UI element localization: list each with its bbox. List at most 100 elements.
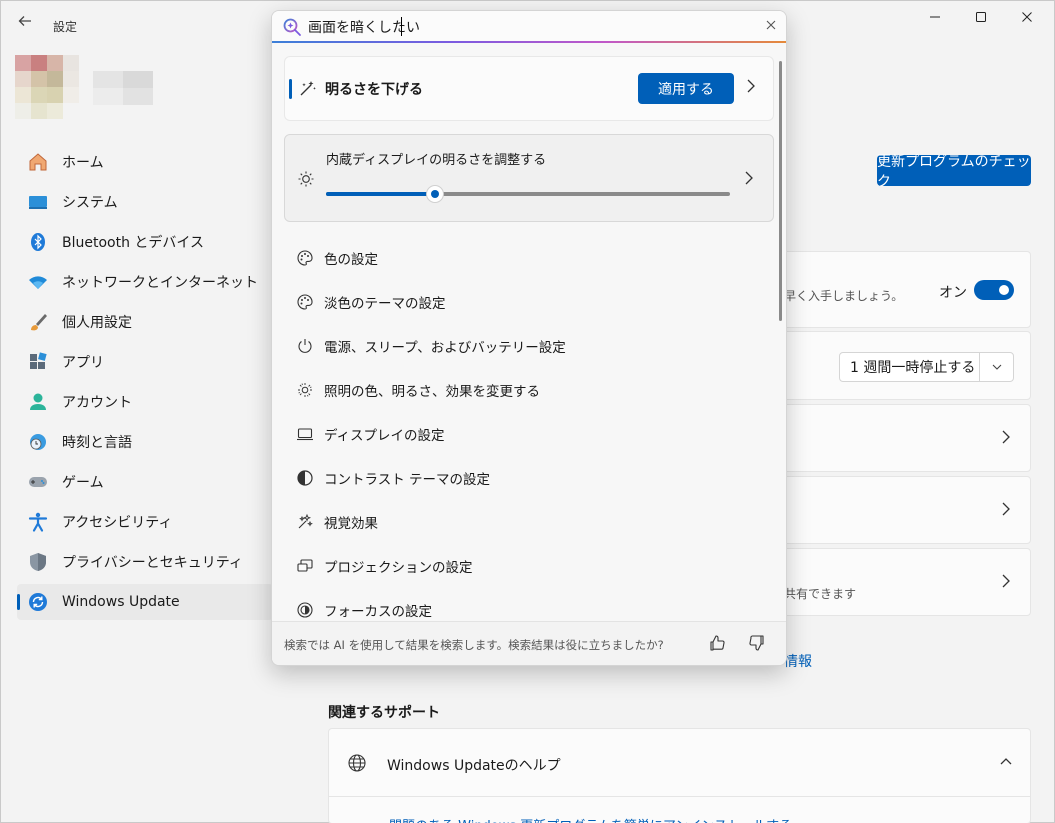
ai-search-notice: 検索では AI を使用して結果を検索します。検索結果は役に立ちましたか? xyxy=(284,638,664,652)
result-label: ディスプレイの設定 xyxy=(324,428,445,444)
result-projection[interactable]: プロジェクションの設定 xyxy=(284,544,774,588)
sidebar-item-label: Bluetooth とデバイス xyxy=(62,235,204,251)
chevron-right-icon[interactable] xyxy=(745,170,753,189)
search-bar xyxy=(272,11,786,43)
back-arrow-icon[interactable] xyxy=(15,13,35,33)
sidebar-item-label: プライバシーとセキュリティ xyxy=(62,555,243,571)
time-language-icon xyxy=(27,431,49,453)
sidebar-item-personalization[interactable]: 個人用設定 xyxy=(17,304,273,340)
sidebar-item-gaming[interactable]: ゲーム xyxy=(17,464,273,500)
result-lighting[interactable]: 照明の色、明るさ、効果を変更する xyxy=(284,368,774,412)
sidebar-item-label: システム xyxy=(62,195,118,211)
help-label: Windows Updateのヘルプ xyxy=(387,758,561,774)
profile-avatar[interactable] xyxy=(15,55,79,119)
thumbs-down-icon[interactable] xyxy=(748,634,766,656)
chevron-right-icon xyxy=(1002,429,1010,448)
sidebar-item-network[interactable]: ネットワークとインターネット xyxy=(17,264,273,300)
update-icon xyxy=(27,591,49,613)
apps-icon xyxy=(27,351,49,373)
thumbs-up-icon[interactable] xyxy=(708,634,726,656)
sidebar-item-apps[interactable]: アプリ xyxy=(17,344,273,380)
sidebar-item-time-language[interactable]: 時刻と言語 xyxy=(17,424,273,460)
sidebar-item-home[interactable]: ホーム xyxy=(17,144,273,180)
text-caret xyxy=(401,17,402,36)
shield-icon xyxy=(27,551,49,573)
insider-program-desc: 共有できます xyxy=(784,587,857,601)
result-color-settings[interactable]: 色の設定 xyxy=(284,236,774,280)
result-list: 色の設定 淡色のテーマの設定 電源、スリープ、およびバッテリー設定 照明の色、明… xyxy=(284,236,774,632)
result-label: 視覚効果 xyxy=(324,516,378,532)
result-label: コントラスト テーマの設定 xyxy=(324,472,491,488)
contrast-icon xyxy=(296,469,314,487)
profile-name-blurred xyxy=(93,71,153,105)
minimize-button[interactable] xyxy=(912,7,958,33)
lighting-icon xyxy=(296,381,314,399)
top-result-card[interactable]: 明るさを下げる 適用する xyxy=(284,56,774,121)
system-icon xyxy=(27,191,49,213)
maximize-button[interactable] xyxy=(958,7,1004,33)
focus-icon xyxy=(296,601,314,619)
brightness-slider-thumb[interactable] xyxy=(426,185,445,203)
sidebar-item-privacy[interactable]: プライバシーとセキュリティ xyxy=(17,544,273,580)
sun-icon xyxy=(297,170,315,192)
flyout-scrollbar[interactable] xyxy=(779,61,782,321)
sidebar-item-bluetooth[interactable]: Bluetooth とデバイス xyxy=(17,224,273,260)
result-power-sleep[interactable]: 電源、スリープ、およびバッテリー設定 xyxy=(284,324,774,368)
brightness-slider-fill xyxy=(326,192,436,196)
account-icon xyxy=(27,391,49,413)
apply-button[interactable]: 適用する xyxy=(638,73,734,104)
sidebar-item-label: アプリ xyxy=(62,355,104,371)
latest-updates-desc: 早く入手しましょう。 xyxy=(784,289,904,303)
selection-indicator xyxy=(289,79,292,99)
brightness-down-icon xyxy=(299,79,317,101)
search-results: 明るさを下げる 適用する 内蔵ディスプレイの明るさを調整する 色の設定 淡色のテ… xyxy=(272,51,786,621)
result-label: 電源、スリープ、およびバッテリー設定 xyxy=(324,340,566,356)
help-link[interactable]: 問題のある Windows 更新プログラムを簡単にアンインストールする xyxy=(389,815,792,823)
sidebar-nav: ホーム システム Bluetooth とデバイス ネットワークとインターネット … xyxy=(17,144,273,624)
settings-window: 設定 ホーム システム Bluetooth とデバイス ネットワークとインターネ… xyxy=(0,0,1055,823)
windows-update-help-row[interactable]: Windows Updateのヘルプ xyxy=(329,729,1030,797)
result-contrast-theme[interactable]: コントラスト テーマの設定 xyxy=(284,456,774,500)
close-button[interactable] xyxy=(1004,7,1050,33)
sidebar-item-label: ネットワークとインターネット xyxy=(62,275,258,291)
result-light-theme[interactable]: 淡色のテーマの設定 xyxy=(284,280,774,324)
latest-updates-toggle[interactable] xyxy=(974,280,1014,300)
pause-updates-select[interactable]: 1 週間一時停止する xyxy=(839,352,1014,382)
brightness-slider-card: 内蔵ディスプレイの明るさを調整する xyxy=(284,134,774,222)
toggle-state-label: オン xyxy=(939,285,967,301)
search-feedback-footer: 検索では AI を使用して結果を検索します。検索結果は役に立ちましたか? xyxy=(272,621,786,665)
result-label: 色の設定 xyxy=(324,252,378,268)
search-underline xyxy=(272,41,786,43)
palette-icon xyxy=(296,249,314,267)
brightness-label: 内蔵ディスプレイの明るさを調整する xyxy=(326,153,547,168)
sidebar-item-accessibility[interactable]: アクセシビリティ xyxy=(17,504,273,540)
clear-search-icon[interactable] xyxy=(766,18,776,34)
accessibility-icon xyxy=(27,511,49,533)
check-updates-button[interactable]: 更新プログラムのチェック xyxy=(877,154,1031,190)
result-display-settings[interactable]: ディスプレイの設定 xyxy=(284,412,774,456)
sidebar-item-windows-update[interactable]: Windows Update xyxy=(17,584,273,620)
search-input[interactable] xyxy=(308,16,728,38)
home-icon xyxy=(27,151,49,173)
display-icon xyxy=(296,425,314,443)
sidebar-item-label: アクセシビリティ xyxy=(62,515,173,531)
help-card: Windows Updateのヘルプ 問題のある Windows 更新プログラム… xyxy=(328,728,1031,823)
sidebar-item-label: アカウント xyxy=(62,395,132,411)
brightness-slider[interactable] xyxy=(326,185,730,203)
chevron-right-icon[interactable] xyxy=(747,78,755,97)
gamepad-icon xyxy=(27,471,49,493)
ai-search-icon xyxy=(282,17,302,37)
projection-icon xyxy=(296,557,314,575)
result-visual-effects[interactable]: 視覚効果 xyxy=(284,500,774,544)
bluetooth-icon xyxy=(27,231,49,253)
brush-icon xyxy=(27,311,49,333)
sidebar-item-accounts[interactable]: アカウント xyxy=(17,384,273,420)
pause-select-value: 1 週間一時停止する xyxy=(850,360,976,376)
top-result-label: 明るさを下げる xyxy=(325,82,423,98)
app-title: 設定 xyxy=(53,20,78,34)
result-label: 淡色のテーマの設定 xyxy=(324,296,446,312)
more-info-link[interactable]: 情報 xyxy=(784,651,812,671)
globe-icon xyxy=(347,753,367,777)
sidebar-item-label: ゲーム xyxy=(62,475,104,491)
sidebar-item-system[interactable]: システム xyxy=(17,184,273,220)
